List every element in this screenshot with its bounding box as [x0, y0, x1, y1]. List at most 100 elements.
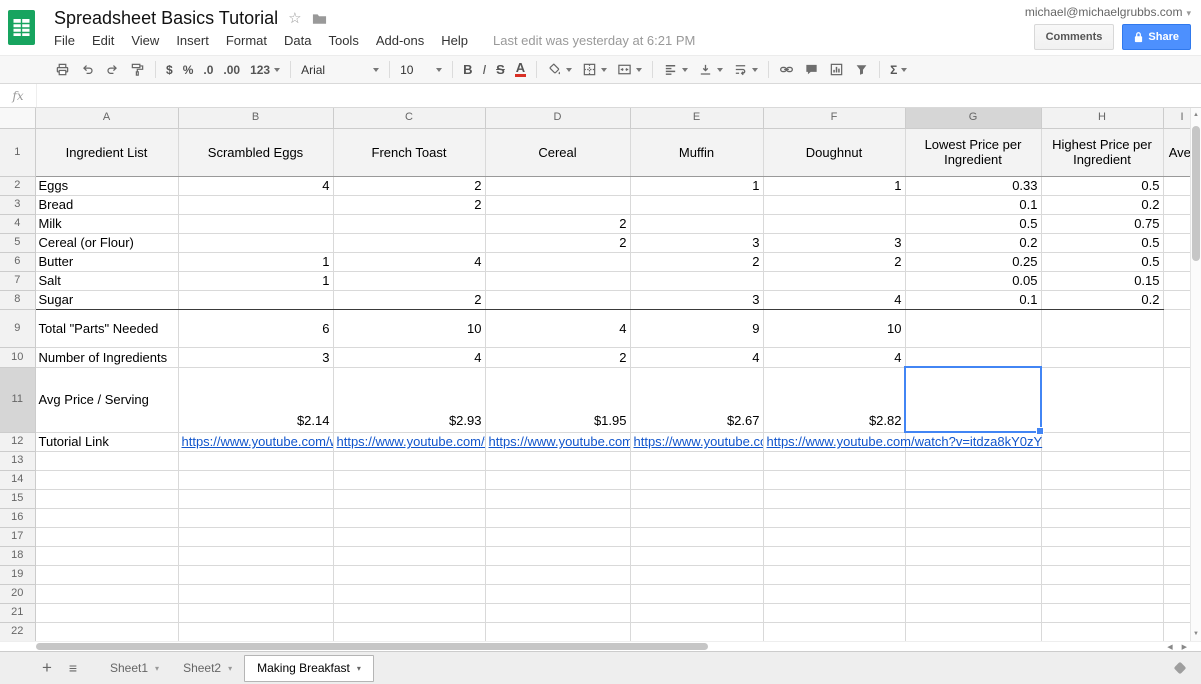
all-sheets-button[interactable]: ≡	[60, 655, 86, 681]
italic-button[interactable]: I	[478, 59, 490, 80]
cell-H6[interactable]: 0.5	[1041, 252, 1163, 271]
insert-comment-button[interactable]	[800, 59, 823, 80]
cell-D17[interactable]	[485, 527, 630, 546]
cell-F4[interactable]	[763, 214, 905, 233]
row-header-6[interactable]: 6	[0, 252, 35, 271]
cell-H12[interactable]	[1041, 432, 1163, 451]
cell-H16[interactable]	[1041, 508, 1163, 527]
cell-H10[interactable]	[1041, 347, 1163, 367]
cell-C18[interactable]	[333, 546, 485, 565]
cell-B2[interactable]: 4	[178, 176, 333, 195]
cell-B21[interactable]	[178, 603, 333, 622]
row-header-5[interactable]: 5	[0, 233, 35, 252]
cell-B1[interactable]: Scrambled Eggs	[178, 128, 333, 176]
cell-D8[interactable]	[485, 290, 630, 309]
cell-A13[interactable]	[35, 451, 178, 470]
cell-A7[interactable]: Salt	[35, 271, 178, 290]
cell-G6[interactable]: 0.25	[905, 252, 1041, 271]
cell-G4[interactable]: 0.5	[905, 214, 1041, 233]
row-header-3[interactable]: 3	[0, 195, 35, 214]
cell-G19[interactable]	[905, 565, 1041, 584]
cell-D12[interactable]: https://www.youtube.com/v	[485, 432, 630, 451]
cell-G3[interactable]: 0.1	[905, 195, 1041, 214]
horizontal-scrollbar-thumb[interactable]	[36, 643, 708, 650]
tutorial-link[interactable]: https://www.youtube.com/wa	[182, 434, 334, 449]
cell-B7[interactable]: 1	[178, 271, 333, 290]
cell-F5[interactable]: 3	[763, 233, 905, 252]
cell-D11[interactable]: $1.95	[485, 367, 630, 432]
cell-A12[interactable]: Tutorial Link	[35, 432, 178, 451]
cell-B17[interactable]	[178, 527, 333, 546]
cell-E6[interactable]: 2	[630, 252, 763, 271]
cell-D5[interactable]: 2	[485, 233, 630, 252]
cell-C7[interactable]	[333, 271, 485, 290]
cell-F6[interactable]: 2	[763, 252, 905, 271]
cell-B9[interactable]: 6	[178, 309, 333, 347]
cell-A11[interactable]: Avg Price / Serving	[35, 367, 178, 432]
column-header-G[interactable]: G	[905, 108, 1041, 128]
cell-H11[interactable]	[1041, 367, 1163, 432]
cell-G7[interactable]: 0.05	[905, 271, 1041, 290]
cell-H2[interactable]: 0.5	[1041, 176, 1163, 195]
cell-F10[interactable]: 4	[763, 347, 905, 367]
cell-C21[interactable]	[333, 603, 485, 622]
sheet-tab-sheet2[interactable]: Sheet2▾	[171, 652, 244, 684]
tab-caret-icon[interactable]: ▾	[228, 664, 232, 673]
cell-F13[interactable]	[763, 451, 905, 470]
cell-B3[interactable]	[178, 195, 333, 214]
cell-A18[interactable]	[35, 546, 178, 565]
row-header-2[interactable]: 2	[0, 176, 35, 195]
cell-A14[interactable]	[35, 470, 178, 489]
cell-H8[interactable]: 0.2	[1041, 290, 1163, 309]
cell-E5[interactable]: 3	[630, 233, 763, 252]
cell-B22[interactable]	[178, 622, 333, 641]
text-wrap-button[interactable]	[729, 59, 762, 80]
filter-button[interactable]	[850, 59, 873, 80]
cell-H3[interactable]: 0.2	[1041, 195, 1163, 214]
decrease-decimal-places-button[interactable]: .0	[199, 59, 217, 80]
cell-D14[interactable]	[485, 470, 630, 489]
cell-F9[interactable]: 10	[763, 309, 905, 347]
cell-E13[interactable]	[630, 451, 763, 470]
cell-H18[interactable]	[1041, 546, 1163, 565]
cell-H4[interactable]: 0.75	[1041, 214, 1163, 233]
column-header-D[interactable]: D	[485, 108, 630, 128]
cell-A20[interactable]	[35, 584, 178, 603]
cell-G11[interactable]	[905, 367, 1041, 432]
percent-format-button[interactable]: %	[179, 59, 198, 80]
cell-F14[interactable]	[763, 470, 905, 489]
cell-H19[interactable]	[1041, 565, 1163, 584]
cell-B15[interactable]	[178, 489, 333, 508]
column-header-A[interactable]: A	[35, 108, 178, 128]
cell-G10[interactable]	[905, 347, 1041, 367]
cell-E16[interactable]	[630, 508, 763, 527]
cell-A5[interactable]: Cereal (or Flour)	[35, 233, 178, 252]
cell-B4[interactable]	[178, 214, 333, 233]
cell-C19[interactable]	[333, 565, 485, 584]
fill-color-button[interactable]	[543, 59, 576, 80]
cell-D21[interactable]	[485, 603, 630, 622]
cell-C13[interactable]	[333, 451, 485, 470]
cell-F19[interactable]	[763, 565, 905, 584]
row-header-13[interactable]: 13	[0, 451, 35, 470]
cell-C15[interactable]	[333, 489, 485, 508]
cell-E9[interactable]: 9	[630, 309, 763, 347]
menu-data[interactable]: Data	[284, 33, 311, 48]
strikethrough-button[interactable]: S	[492, 59, 509, 80]
cell-G18[interactable]	[905, 546, 1041, 565]
cell-F20[interactable]	[763, 584, 905, 603]
cell-G14[interactable]	[905, 470, 1041, 489]
row-header-1[interactable]: 1	[0, 128, 35, 176]
cell-B11[interactable]: $2.14	[178, 367, 333, 432]
row-header-9[interactable]: 9	[0, 309, 35, 347]
horizontal-align-button[interactable]	[659, 59, 692, 80]
font-size-button[interactable]: 10	[396, 59, 446, 80]
cell-H1[interactable]: Highest Price per Ingredient	[1041, 128, 1163, 176]
row-header-14[interactable]: 14	[0, 470, 35, 489]
font-family-button[interactable]: Arial	[297, 59, 383, 80]
cell-E8[interactable]: 3	[630, 290, 763, 309]
tab-caret-icon[interactable]: ▾	[155, 664, 159, 673]
cell-F18[interactable]	[763, 546, 905, 565]
cell-D1[interactable]: Cereal	[485, 128, 630, 176]
cell-B8[interactable]	[178, 290, 333, 309]
